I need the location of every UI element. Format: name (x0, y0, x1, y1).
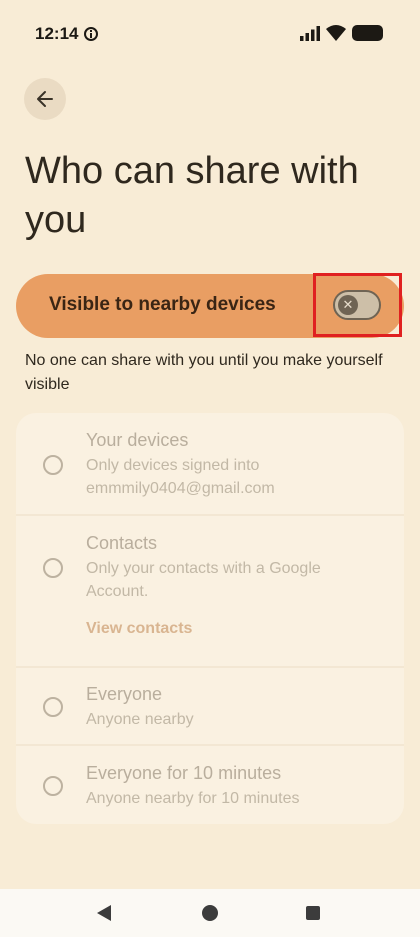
radio-contacts[interactable] (43, 558, 63, 578)
status-bar: 12:14 (0, 0, 420, 68)
nav-recents-icon[interactable] (306, 906, 320, 920)
visibility-toggle-row[interactable]: Visible to nearby devices ✕ (16, 274, 404, 338)
close-icon: ✕ (338, 295, 358, 315)
option-title: Everyone for 10 minutes (86, 763, 282, 783)
visibility-switch[interactable]: ✕ (333, 290, 381, 320)
signal-icon (300, 26, 320, 41)
option-title: Contacts (86, 533, 158, 553)
option-your-devices[interactable]: Your devices Only devices signed into em… (16, 413, 404, 514)
view-contacts-link[interactable]: View contacts (86, 620, 192, 638)
battery-icon (352, 25, 383, 41)
radio-your-devices[interactable] (43, 455, 63, 475)
nav-home-icon[interactable] (202, 905, 218, 921)
nav-back-icon[interactable] (97, 905, 111, 921)
option-title: Everyone (86, 684, 163, 704)
back-button[interactable] (24, 78, 66, 120)
option-title: Your devices (86, 430, 189, 450)
option-description: Only your contacts with a Google Account… (86, 560, 321, 600)
back-arrow-icon (37, 91, 53, 107)
visibility-toggle-label: Visible to nearby devices (49, 294, 276, 315)
options-card: Your devices Only devices signed into em… (16, 413, 404, 824)
wifi-icon (326, 25, 346, 41)
option-description: Only devices signed into emmmily0404@gma… (86, 457, 275, 497)
page-title: Who can share with you (25, 150, 359, 241)
option-everyone-10-minutes[interactable]: Everyone for 10 minutes Anyone nearby fo… (16, 746, 404, 824)
option-contacts[interactable]: Contacts Only your contacts with a Googl… (16, 516, 404, 666)
radio-everyone[interactable] (43, 697, 63, 717)
option-everyone[interactable]: Everyone Anyone nearby (16, 668, 404, 744)
visibility-note: No one can share with you until you make… (25, 352, 383, 393)
status-time: 12:14 (35, 24, 79, 43)
option-description: Anyone nearby for 10 minutes (86, 790, 300, 807)
info-icon (84, 27, 98, 41)
radio-everyone-10-minutes[interactable] (43, 776, 63, 796)
option-description: Anyone nearby (86, 711, 194, 728)
